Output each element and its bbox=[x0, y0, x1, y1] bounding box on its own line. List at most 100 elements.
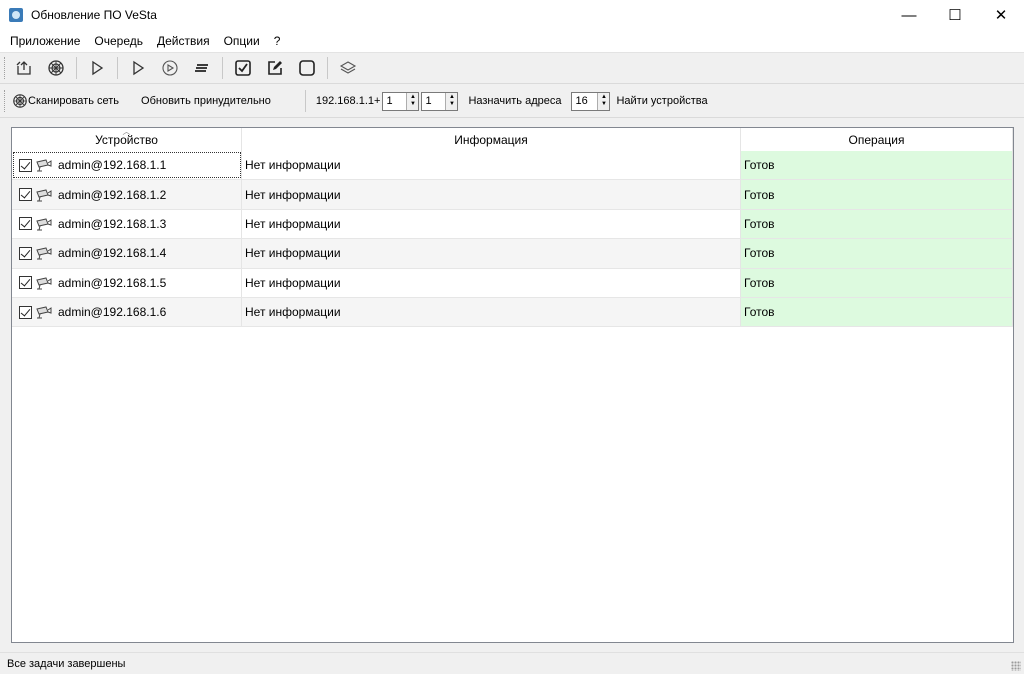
assign-addresses-button[interactable]: Назначить адреса bbox=[464, 88, 565, 114]
device-cell[interactable]: admin@192.168.1.2 bbox=[12, 180, 242, 209]
find-devices-button[interactable]: Найти устройства bbox=[612, 88, 711, 114]
device-count-spinbox[interactable]: 16 ▲ ▼ bbox=[571, 91, 611, 111]
device-name: admin@192.168.1.3 bbox=[58, 216, 167, 231]
load-icon bbox=[16, 61, 31, 75]
camera-icon bbox=[36, 218, 52, 231]
device-name: admin@192.168.1.2 bbox=[58, 187, 167, 202]
camera-icon bbox=[36, 306, 52, 319]
close-button[interactable]: ✕ bbox=[978, 0, 1024, 30]
camera-icon bbox=[36, 247, 52, 260]
toolbar-separator bbox=[76, 57, 77, 79]
device-name: admin@192.168.1.5 bbox=[58, 275, 167, 290]
table-row[interactable]: admin@192.168.1.4 Нет информации Готов bbox=[12, 239, 1013, 269]
table-row[interactable]: admin@192.168.1.5 Нет информации Готов bbox=[12, 268, 1013, 298]
queue-list-button[interactable] bbox=[186, 54, 218, 82]
window-controls: — ☐ ✕ bbox=[886, 0, 1024, 30]
operation-cell: Готов bbox=[741, 151, 1013, 180]
resize-grip-icon[interactable] bbox=[1011, 661, 1021, 671]
menu-application[interactable]: Приложение bbox=[3, 34, 87, 48]
force-update-button[interactable]: Обновить принудительно bbox=[137, 88, 275, 114]
window-title: Обновление ПО VeSta bbox=[31, 8, 157, 22]
sort-up-icon: ︿ bbox=[122, 127, 131, 136]
play-circle-icon bbox=[162, 60, 178, 76]
column-header-device[interactable]: ︿ Устройство bbox=[12, 127, 242, 151]
spin-arrows-icon[interactable]: ▲ ▼ bbox=[597, 92, 610, 110]
row-checkbox[interactable] bbox=[19, 246, 32, 260]
row-checkbox[interactable] bbox=[19, 276, 32, 290]
menu-actions[interactable]: Действия bbox=[150, 34, 217, 48]
ip-step-spinbox[interactable]: 1 ▲ ▼ bbox=[421, 91, 459, 111]
maximize-button[interactable]: ☐ bbox=[932, 0, 978, 30]
operation-cell: Готов bbox=[741, 239, 1013, 268]
column-header-operation[interactable]: Операция bbox=[741, 128, 1013, 151]
device-cell[interactable]: admin@192.168.1.4 bbox=[12, 239, 242, 268]
status-bar: Все задачи завершены bbox=[0, 652, 1024, 674]
uncheck-all-icon bbox=[299, 60, 315, 76]
edit-icon bbox=[268, 61, 282, 75]
status-text: Все задачи завершены bbox=[7, 657, 126, 670]
start-all-button[interactable] bbox=[122, 54, 154, 82]
device-table[interactable]: ︿ Устройство Информация Операция admin@1… bbox=[11, 127, 1014, 643]
spin-arrows-icon[interactable]: ▲ ▼ bbox=[406, 92, 419, 110]
menu-bar: Приложение Очередь Действия Опции ? bbox=[0, 30, 1024, 52]
row-checkbox[interactable] bbox=[19, 158, 32, 172]
device-cell[interactable]: admin@192.168.1.1 bbox=[12, 151, 242, 180]
main-toolbar bbox=[0, 52, 1024, 84]
row-checkbox[interactable] bbox=[19, 217, 32, 231]
load-button[interactable] bbox=[8, 54, 40, 82]
device-name: admin@192.168.1.4 bbox=[58, 246, 167, 261]
info-cell: Нет информации bbox=[242, 297, 741, 327]
menu-options[interactable]: Опции bbox=[217, 34, 267, 48]
operation-cell: Готов bbox=[741, 209, 1013, 239]
start-button[interactable] bbox=[81, 54, 113, 82]
minimize-button[interactable]: — bbox=[886, 0, 932, 30]
ip-offset-spinbox[interactable]: 1 ▲ ▼ bbox=[382, 91, 420, 111]
device-count-value[interactable]: 16 bbox=[572, 93, 597, 110]
list-icon bbox=[195, 64, 208, 72]
toolbar-separator bbox=[117, 57, 118, 79]
check-all-button[interactable] bbox=[227, 54, 259, 82]
device-cell[interactable]: admin@192.168.1.6 bbox=[12, 297, 242, 327]
toolbar-separator bbox=[327, 57, 328, 79]
start-queue-button[interactable] bbox=[154, 54, 186, 82]
operation-cell: Готов bbox=[741, 180, 1013, 209]
spin-arrows-icon[interactable]: ▲ ▼ bbox=[445, 92, 458, 110]
uncheck-all-button[interactable] bbox=[291, 54, 323, 82]
row-checkbox[interactable] bbox=[19, 305, 32, 319]
info-cell: Нет информации bbox=[242, 180, 741, 209]
edit-button[interactable] bbox=[259, 54, 291, 82]
table-row[interactable]: admin@192.168.1.1 Нет информации Готов bbox=[12, 151, 1013, 181]
scan-network-button[interactable]: Сканировать сеть bbox=[8, 88, 123, 114]
device-cell[interactable]: admin@192.168.1.3 bbox=[12, 209, 242, 239]
check-all-icon bbox=[235, 60, 251, 76]
scan-button[interactable] bbox=[40, 54, 72, 82]
device-name: admin@192.168.1.1 bbox=[58, 158, 167, 173]
menu-queue[interactable]: Очередь bbox=[87, 34, 150, 48]
camera-icon bbox=[36, 159, 52, 172]
row-checkbox[interactable] bbox=[19, 188, 32, 202]
ip-offset-value[interactable]: 1 bbox=[383, 93, 406, 110]
operation-cell: Готов bbox=[741, 268, 1013, 297]
layers-icon bbox=[339, 61, 357, 74]
table-row[interactable]: admin@192.168.1.2 Нет информации Готов bbox=[12, 180, 1013, 210]
ip-step-value[interactable]: 1 bbox=[422, 93, 445, 110]
camera-icon bbox=[36, 188, 52, 202]
table-body: admin@192.168.1.1 Нет информации Готов a… bbox=[12, 151, 1013, 328]
toolbar-separator bbox=[222, 57, 223, 79]
info-cell: Нет информации bbox=[242, 239, 741, 268]
device-name: admin@192.168.1.6 bbox=[58, 305, 167, 320]
scan-icon bbox=[13, 94, 27, 108]
table-header: ︿ Устройство Информация Операция bbox=[12, 127, 1013, 151]
layers-button[interactable] bbox=[332, 54, 364, 82]
device-cell[interactable]: admin@192.168.1.5 bbox=[12, 268, 242, 297]
scan-toolbar: Сканировать сеть Обновить принудительно … bbox=[0, 85, 1024, 118]
play-icon bbox=[92, 60, 104, 76]
column-header-info[interactable]: Информация bbox=[242, 128, 741, 151]
toolbar-separator bbox=[304, 90, 306, 112]
scan-icon bbox=[48, 60, 64, 76]
camera-icon bbox=[36, 277, 52, 290]
menu-help[interactable]: ? bbox=[267, 34, 288, 48]
table-row[interactable]: admin@192.168.1.6 Нет информации Готов bbox=[12, 297, 1013, 328]
table-row[interactable]: admin@192.168.1.3 Нет информации Готов bbox=[12, 209, 1013, 240]
info-cell: Нет информации bbox=[242, 209, 741, 239]
